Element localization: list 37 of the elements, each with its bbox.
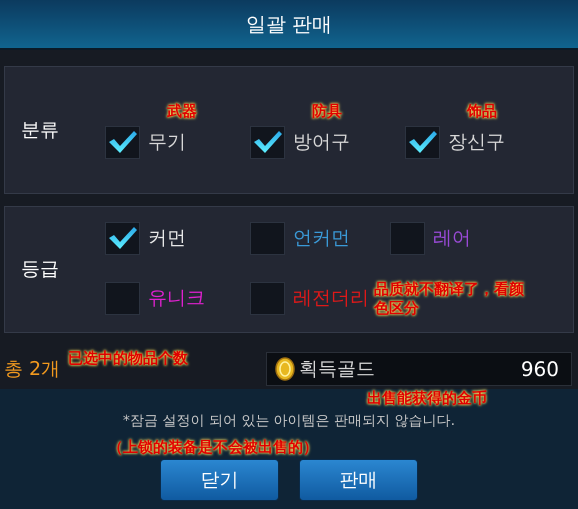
total-count: 총 2개 <box>4 356 60 382</box>
checkbox[interactable] <box>250 282 285 315</box>
option-label: 커먼 <box>148 226 186 251</box>
annotation: 饰品 <box>466 102 498 122</box>
option-label: 레어 <box>433 226 471 251</box>
dialog-button[interactable]: 판매 <box>299 458 418 501</box>
window-title: 일괄 판매 <box>246 11 332 38</box>
option-label: 장신구 <box>448 130 505 155</box>
checkmark-icon <box>108 130 138 154</box>
checkbox[interactable] <box>250 222 285 255</box>
notice-text: *잠금 설정이 되어 있는 아이템은 판매되지 않습니다. <box>122 412 456 431</box>
option-label: 방어구 <box>293 130 350 155</box>
checkmark-icon <box>252 130 282 154</box>
checkbox[interactable] <box>105 282 140 315</box>
option-label: 언커먼 <box>293 226 350 251</box>
annotation: （上锁的装备是不会被出售的） <box>108 438 318 457</box>
annotation: 出售能获得的金币 <box>367 389 487 408</box>
section-label: 등급 <box>20 257 60 282</box>
checkmark-icon <box>108 226 138 250</box>
earnings-label: 획득골드 <box>299 356 375 382</box>
option-label: 레전더리 <box>293 286 369 312</box>
checkbox[interactable] <box>390 222 425 255</box>
annotation: 已选中的物品个数 <box>68 349 188 368</box>
section-label: 분류 <box>20 118 60 143</box>
annotation: 防具 <box>311 102 343 122</box>
checkmark-icon <box>408 130 438 154</box>
coin-icon <box>275 357 295 381</box>
option-label: 무기 <box>148 130 186 155</box>
annotation: 武器 <box>166 102 198 122</box>
annotation: 品质就不翻译了，看颜色区分 <box>374 280 525 318</box>
checkbox[interactable] <box>105 222 140 255</box>
checkbox[interactable] <box>105 126 140 158</box>
dialog-button[interactable]: 닫기 <box>160 458 279 501</box>
option-label: 유니크 <box>148 286 205 312</box>
checkbox[interactable] <box>405 126 440 158</box>
earnings-value: 960 <box>520 356 560 383</box>
checkbox[interactable] <box>250 126 285 158</box>
